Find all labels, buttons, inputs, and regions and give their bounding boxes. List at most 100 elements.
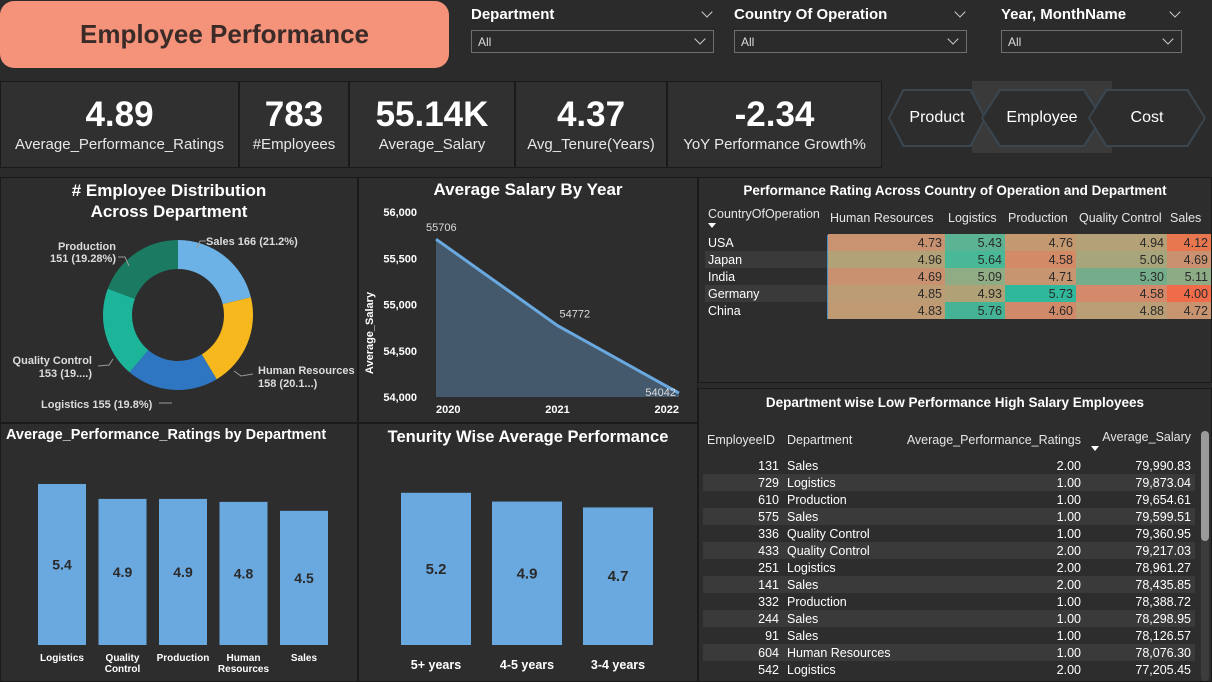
table-row[interactable]: 131 Sales 2.00 79,990.83 <box>703 457 1195 474</box>
table-row[interactable]: 251 Logistics 2.00 78,961.27 <box>703 559 1195 576</box>
table-header[interactable]: Average_Performance_Ratings <box>901 423 1085 457</box>
employee-id-cell: 244 <box>703 610 783 627</box>
country-dropdown[interactable]: All <box>734 30 967 53</box>
salary-cell: 79,599.51 <box>1085 508 1195 525</box>
department-cell: Logistics <box>787 662 836 677</box>
donut-chart[interactable]: Sales 166 (21.2%) Human Resources 158 (2… <box>1 178 358 423</box>
matrix-value-cell[interactable]: 4.96 <box>827 251 945 268</box>
tenure-bar-chart[interactable]: 5.2 5+ years 4.9 4-5 years 4.7 3-4 years <box>359 424 698 682</box>
donut-slice-production[interactable] <box>107 240 178 299</box>
matrix-value-cell[interactable]: 4.00 <box>1167 285 1211 302</box>
matrix-header[interactable]: Quality Control <box>1076 202 1167 234</box>
department-dropdown[interactable]: All <box>471 30 714 53</box>
country-slicer[interactable]: Country Of Operation All <box>734 4 967 56</box>
table-row[interactable]: 575 Sales 1.00 79,599.51 <box>703 508 1195 525</box>
table-row[interactable]: 244 Sales 1.00 78,298.95 <box>703 610 1195 627</box>
header-label: Average_Salary <box>1102 429 1191 444</box>
table-row[interactable]: 336 Quality Control 1.00 79,360.95 <box>703 525 1195 542</box>
matrix-country-cell: Germany <box>705 285 828 302</box>
scrollbar-track[interactable] <box>1201 431 1209 681</box>
matrix-value-cell[interactable]: 5.43 <box>945 234 1005 251</box>
chevron-down-icon[interactable] <box>1169 5 1181 18</box>
matrix-header[interactable]: Human Resources <box>827 202 945 234</box>
matrix-value-cell[interactable]: 5.30 <box>1076 268 1167 285</box>
donut-slice-sales[interactable] <box>178 240 251 305</box>
slicer-value: All <box>478 34 492 49</box>
matrix-header[interactable]: Logistics <box>945 202 1005 234</box>
x-tick-label: Human <box>227 653 261 664</box>
matrix-value-cell[interactable]: 5.09 <box>945 268 1005 285</box>
header-label: CountryOfOperation <box>708 207 820 222</box>
page-title-button[interactable]: Employee Performance <box>0 1 449 68</box>
matrix-country-cell: USA <box>705 234 828 251</box>
perf-by-dept-bar-chart[interactable]: 5.4 Logistics 4.9 QualityControl 4.9 Producti… <box>1 424 358 682</box>
x-tick-label: Production <box>157 653 210 664</box>
salary-cell: 78,076.30 <box>1085 644 1195 661</box>
sort-down-icon <box>708 223 716 229</box>
salary-cell: 78,961.27 <box>1135 560 1191 575</box>
donut-slice-human-resources[interactable] <box>201 297 254 380</box>
table-row[interactable]: 542 Logistics 2.00 77,205.45 <box>703 661 1195 678</box>
matrix-value-cell[interactable]: 5.76 <box>945 302 1005 319</box>
matrix-header-country[interactable]: CountryOfOperation <box>705 202 827 235</box>
table-row[interactable]: 433 Quality Control 2.00 79,217.03 <box>703 542 1195 559</box>
tenure-panel: Tenurity Wise Average Performance 5.2 5+ … <box>358 423 698 682</box>
nav-product-button[interactable]: Product <box>888 89 986 147</box>
matrix-value-cell[interactable]: 4.69 <box>827 268 945 285</box>
table-header[interactable]: EmployeeID <box>703 423 783 457</box>
matrix-value-cell[interactable]: 5.06 <box>1076 251 1167 268</box>
matrix-row[interactable]: USA 4.73 5.43 4.76 4.94 4.12 <box>705 234 1211 251</box>
table-row[interactable]: 332 Production 1.00 78,388.72 <box>703 593 1195 610</box>
matrix-row[interactable]: India 4.69 5.09 4.71 5.30 5.11 <box>705 268 1211 285</box>
matrix-value-cell[interactable]: 4.88 <box>1076 302 1167 319</box>
chevron-down-icon[interactable] <box>954 5 966 18</box>
table-header-salary[interactable]: Average_Salary <box>1085 423 1195 457</box>
salary-cell: 79,360.95 <box>1135 526 1191 541</box>
donut-label-qc-line1: Quality Control <box>13 355 92 367</box>
matrix-value-cell[interactable]: 4.85 <box>827 285 945 302</box>
department-cell: Sales <box>783 508 901 525</box>
matrix-value-cell[interactable]: 4.12 <box>1167 234 1211 251</box>
table-row[interactable]: 141 Sales 2.00 78,435.85 <box>703 576 1195 593</box>
matrix-value-cell[interactable]: 4.58 <box>1076 285 1167 302</box>
matrix-value-cell[interactable]: 5.64 <box>945 251 1005 268</box>
scrollbar-thumb[interactable] <box>1201 431 1209 541</box>
matrix-header[interactable]: Production <box>1005 202 1076 234</box>
matrix-value-cell[interactable]: 4.58 <box>1005 251 1076 268</box>
matrix-value-cell[interactable]: 5.73 <box>1005 285 1076 302</box>
table-row[interactable]: 729 Logistics 1.00 79,873.04 <box>703 474 1195 491</box>
nav-cost-button[interactable]: Cost <box>1088 89 1206 147</box>
matrix-row[interactable]: Japan 4.96 5.64 4.58 5.06 4.69 <box>705 251 1211 268</box>
table-row[interactable]: 604 Human Resources 1.00 78,076.30 <box>703 644 1195 661</box>
department-cell: Logistics <box>787 560 836 575</box>
matrix-value-cell[interactable]: 4.94 <box>1076 234 1167 251</box>
matrix-value-cell[interactable]: 4.93 <box>945 285 1005 302</box>
department-cell: Production <box>787 594 847 609</box>
page-title: Employee Performance <box>79 19 369 49</box>
table-row[interactable]: 610 Production 1.00 79,654.61 <box>703 491 1195 508</box>
matrix-value-cell[interactable]: 4.72 <box>1167 302 1211 319</box>
matrix-value-cell[interactable]: 4.83 <box>827 302 945 319</box>
salary-area-chart[interactable]: Average_Salary 56,000 55,500 55,000 54,500 5… <box>359 178 698 423</box>
matrix-value-cell[interactable]: 4.76 <box>1005 234 1076 251</box>
matrix-row[interactable]: China 4.83 5.76 4.60 4.88 4.72 <box>705 302 1211 319</box>
matrix-row[interactable]: Germany 4.85 4.93 5.73 4.58 4.00 <box>705 285 1211 302</box>
matrix-value-cell[interactable]: 4.71 <box>1005 268 1076 285</box>
salary-cell: 79,217.03 <box>1085 542 1195 559</box>
table-header[interactable]: Department <box>783 423 901 457</box>
matrix-value-cell[interactable]: 4.60 <box>1005 302 1076 319</box>
department-slicer[interactable]: Department All <box>471 4 714 56</box>
year-month-dropdown[interactable]: All <box>1001 30 1182 53</box>
salary-cell: 78,298.95 <box>1085 610 1195 627</box>
table-row[interactable]: 91 Sales 1.00 78,126.57 <box>703 627 1195 644</box>
matrix-header[interactable]: Sales <box>1167 202 1211 234</box>
rating-cell: 1.00 <box>1056 526 1081 541</box>
matrix-value-cell[interactable]: 5.11 <box>1167 268 1211 285</box>
chevron-down-icon[interactable] <box>701 5 713 18</box>
matrix-value-cell[interactable]: 4.73 <box>827 234 945 251</box>
rating-cell: 2.00 <box>1056 560 1081 575</box>
year-month-slicer[interactable]: Year, MonthName All <box>1001 4 1182 56</box>
nav-employee-button[interactable]: Employee <box>981 89 1103 147</box>
bar-value-label: 4.9 <box>113 564 133 580</box>
matrix-value-cell[interactable]: 4.69 <box>1167 251 1211 268</box>
